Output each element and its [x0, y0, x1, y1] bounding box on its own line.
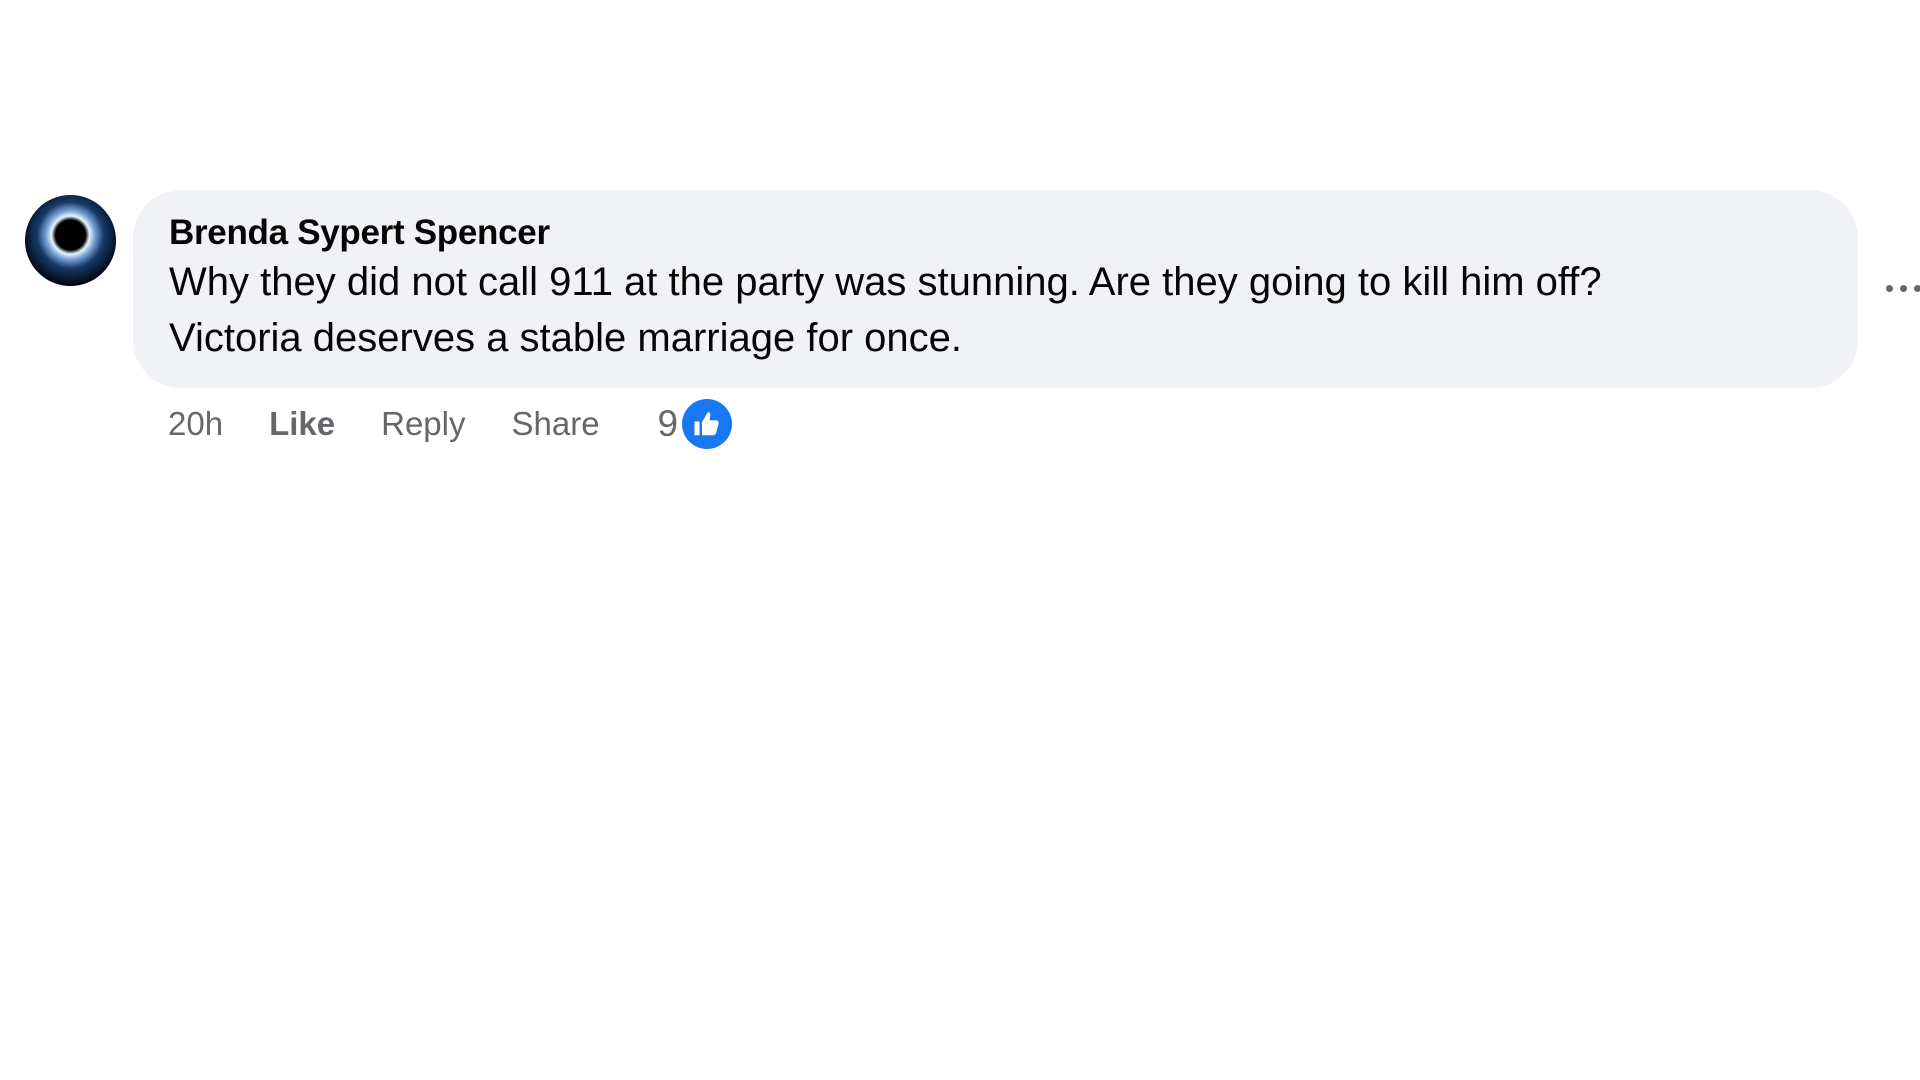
more-options-icon: [1886, 284, 1893, 292]
avatar[interactable]: [25, 195, 116, 286]
reaction-summary[interactable]: 9: [658, 399, 733, 449]
comment-actions: 20h Like Reply Share 9: [168, 397, 733, 451]
thumbs-up-icon: [682, 399, 733, 449]
more-options-icon-dot: [1900, 284, 1907, 292]
avatar-image: [25, 195, 116, 286]
comment: Brenda Sypert Spencer Why they did not c…: [0, 0, 1920, 1080]
comment-timestamp[interactable]: 20h: [168, 405, 223, 443]
comment-bubble: Brenda Sypert Spencer Why they did not c…: [133, 190, 1858, 388]
share-button[interactable]: Share: [511, 405, 599, 443]
more-options-button[interactable]: [1886, 268, 1920, 308]
more-options-icon-dot: [1914, 284, 1920, 292]
reaction-count: 9: [657, 403, 679, 444]
like-button[interactable]: Like: [269, 405, 335, 443]
comment-text-line-1: Why they did not call 911 at the party w…: [169, 260, 1602, 304]
comment-text-line-2: Victoria deserves a stable marriage for …: [169, 316, 962, 360]
comment-author[interactable]: Brenda Sypert Spencer: [169, 212, 1822, 254]
reply-button[interactable]: Reply: [381, 405, 465, 443]
